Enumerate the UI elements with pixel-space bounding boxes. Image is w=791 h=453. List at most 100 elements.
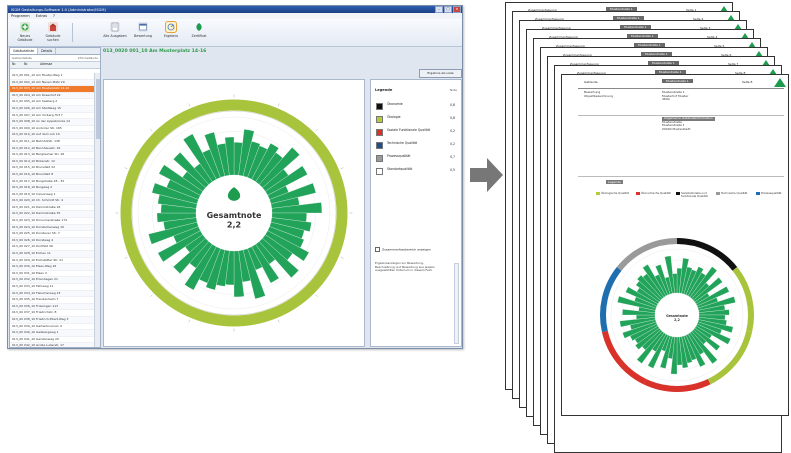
front-legend-label: Ökonomische Qualität (641, 191, 671, 195)
minimize-button[interactable]: – (435, 6, 443, 13)
scrollbar-thumb[interactable] (95, 79, 100, 139)
checkbox-box[interactable] (375, 247, 380, 252)
category-ring-segment (643, 378, 711, 392)
building-list-row[interactable]: 013_00 021_10 Dammstraße 18 (10, 205, 95, 212)
column-header-nr2[interactable]: Nr. (22, 62, 38, 68)
building-list-row[interactable]: 013_00 035_10 Freudenheim 7 (10, 297, 95, 304)
legend-value: 0,2 (450, 129, 455, 133)
note-scrollbar[interactable] (454, 263, 459, 344)
tab-details[interactable]: Details (38, 48, 57, 54)
summary-checkbox[interactable]: Zusammenfassbereich anzeigen (375, 247, 431, 252)
all-reports-button[interactable]: Alle Ausgaben (102, 22, 128, 38)
front-section-title: Legende (606, 180, 623, 185)
building-list-row[interactable]: 013_00 037_10 Friedrichstr. 8 (10, 310, 95, 317)
building-list-row[interactable]: 013_00 020_10 Ch. Schmidt Str. 4 (10, 198, 95, 205)
menu-programm[interactable]: Programm (11, 14, 30, 18)
front-legend-item: Ökonomische Qualität (636, 191, 672, 195)
legend-row[interactable]: Ökonomie 0,8 (375, 102, 457, 111)
front-left-line: Objektbezeichnung (584, 93, 614, 98)
column-header-address[interactable]: Adresse (38, 62, 52, 68)
building-list-row[interactable]: 013_00 002_10 Am Neuen Platz 29 (10, 79, 95, 87)
new-building-button[interactable]: Neues Gebäude (12, 22, 38, 42)
menu-extras[interactable]: Extras (36, 14, 47, 18)
front-left-block: Bewertung Objektbezeichnung (584, 90, 614, 98)
export-list-button[interactable]: Ergebnis als Liste (419, 69, 462, 78)
front-legend-item: Technische Qualität (716, 191, 752, 195)
axis-tick (188, 103, 190, 107)
legend-section-title: Legende (606, 180, 623, 184)
menu-help[interactable]: ? (53, 14, 55, 18)
building-list-row[interactable]: 013_00 024_10 Dorstschenweg 19 (10, 224, 95, 232)
legend-row[interactable]: Ökologie 0,8 (375, 115, 457, 124)
legend-swatch (376, 129, 383, 136)
category-ring-segment (600, 266, 622, 333)
building-list-row[interactable]: 013_00 038_10 Friedrich-Ebert-Weg 3 (10, 316, 95, 324)
building-list-row[interactable]: 013_00 025_10 Dorstener Str. 7 (10, 231, 95, 238)
building-list-panel: Gebäudeliste Details Gebäudeliste 230 Ge… (9, 47, 101, 348)
building-list-row[interactable]: 013_00 023_10 Dorsumerstraße 174 (10, 218, 95, 225)
legend-row[interactable]: Technische Qualität 0,2 (375, 141, 457, 150)
building-list-row[interactable]: 013_00 014_10 Birkenstr. 12 (10, 158, 95, 166)
search-building-button[interactable]: Gebäude suchen (40, 22, 66, 42)
close-button[interactable]: × (453, 6, 461, 13)
address-line: 00000 Musterstadt (662, 126, 691, 131)
legend-row[interactable]: Soziale Funktionale Qualität 0,2 (375, 128, 457, 137)
building-list-row[interactable]: 013_00 032_10 Erlenhagen 21 (10, 277, 95, 284)
building-list-row[interactable]: 013_00 036_10 Friesingen 113 (10, 303, 95, 311)
building-list-row[interactable]: 013_00 010_10 Auf dem Loh 19 (10, 132, 95, 139)
legend-row[interactable]: Standortqualität 0,5 (375, 167, 457, 176)
building-list-row[interactable]: 013_00 033_10 Fahrweg 11 (10, 284, 95, 291)
list-header: Nr. Nr. Adresse (10, 61, 100, 69)
legend-swatch (376, 116, 383, 123)
building-list-row[interactable]: 013_00 027_10 Dortfeld 26 (10, 244, 95, 252)
building-list-row[interactable]: 013_00 031_10 Elsen 2 (10, 271, 95, 278)
building-list-row[interactable]: 013_00 039_10 Gartenbrunnen 4 (10, 324, 95, 331)
maximize-button[interactable]: □ (444, 6, 452, 13)
results-icon (165, 21, 177, 33)
building-list-row[interactable]: 013_00 041_10 Gerstenweg 20 (10, 337, 95, 344)
axis-tick (124, 257, 128, 259)
building-list-row[interactable]: 013_00 003_10 Am Musterplatz 14-16 (10, 86, 95, 93)
building-list-row[interactable]: 013_00 004_10 Am Rosenhof 22 (10, 92, 95, 100)
building-list-row[interactable]: 013_00 026_10 Dorstweg 4 (10, 237, 95, 245)
tab-building-list[interactable]: Gebäudeliste (10, 48, 39, 54)
building-list-row[interactable]: 013_00 006_10 Am Stadtweg 15 (10, 105, 95, 113)
axis-tick (124, 167, 128, 169)
building-list-row[interactable]: 013_00 015_10 Brunsfeld 22 (10, 165, 95, 172)
building-list-row[interactable]: 013_00 019_10 Carsonweg 1 (10, 192, 95, 199)
building-list-row[interactable]: 013_00 008_10 An der Lippebrücke 14 (10, 119, 95, 126)
building-list-row[interactable]: 013_00 011_10 Bahnhofstr. 138 (10, 139, 95, 146)
certificate-button[interactable]: Zertifikat (186, 22, 212, 38)
building-list-row[interactable]: 013_00 012_10 Bennhausstr. 16 (10, 145, 95, 153)
building-list-row[interactable]: 013_00 007_10 Am Vorberg Hof 7 (10, 113, 95, 120)
reports-icon (110, 22, 120, 32)
building-list-row[interactable]: 013_00 018_10 Burgweg 2 (10, 185, 95, 192)
building-list-row[interactable]: 013_00 030_10 Elsen-Weg 16 (10, 264, 95, 271)
front-legend-label: Technische Qualität (721, 191, 748, 195)
column-header-nr[interactable]: Nr. (10, 62, 22, 68)
building-list-row[interactable]: 013_00 017_10 Burgstraße 28 - 32 (10, 179, 95, 186)
evaluation-button[interactable]: Bewertung (130, 22, 156, 38)
building-list-row[interactable]: 013_00 034_10 Fleischerweg 23 (10, 290, 95, 298)
building-list-row[interactable]: 013_00 040_10 Gelsbergweg 1 (10, 330, 95, 337)
info-note: Ergebnisanzeigen zur Bewertung, Beschrei… (375, 261, 435, 273)
front-legend-label: Prozessqualität (761, 191, 782, 195)
building-list-row[interactable]: 013_00 001_10 Am Muster-Weg 1 (10, 73, 95, 80)
legend-row[interactable]: Prozessqualität 0,7 (375, 154, 457, 163)
building-list-row[interactable]: 013_00 005_10 Am Seeberg 2 (10, 99, 95, 106)
list-scrollbar[interactable] (94, 73, 100, 347)
title-bar: ISGM Gestaltungs-Software 1.0 (Administr… (8, 6, 462, 13)
building-list-row[interactable]: 013_00 016_10 Brunsfeld 8 (10, 171, 95, 179)
leaf-logo-icon (774, 78, 786, 87)
building-list-row[interactable]: 013_00 009_10 Andorrer Str. 165 (10, 126, 95, 133)
results-button[interactable]: Ergebnis (158, 21, 184, 38)
building-list-row[interactable]: 013_00 029_10 Eichstätter Str. 21 (10, 258, 95, 265)
legend-label: Technische Qualität (387, 141, 418, 145)
front-header-address: Musterstraße 1 (662, 79, 693, 83)
building-list-row[interactable]: 013_00 042_10 Große Luderstr. 17 (10, 343, 95, 347)
building-list-row[interactable]: 013_00 028_10 Eichen 11 (10, 251, 95, 258)
building-list-row[interactable]: 013_00 022_10 Dammstraße 35 (10, 211, 95, 219)
search-building-icon (48, 22, 58, 32)
search-building-label: Gebäude suchen (45, 34, 61, 42)
building-list-row[interactable]: 013_00 013_10 Bergheimer Str. 26 (10, 152, 95, 159)
